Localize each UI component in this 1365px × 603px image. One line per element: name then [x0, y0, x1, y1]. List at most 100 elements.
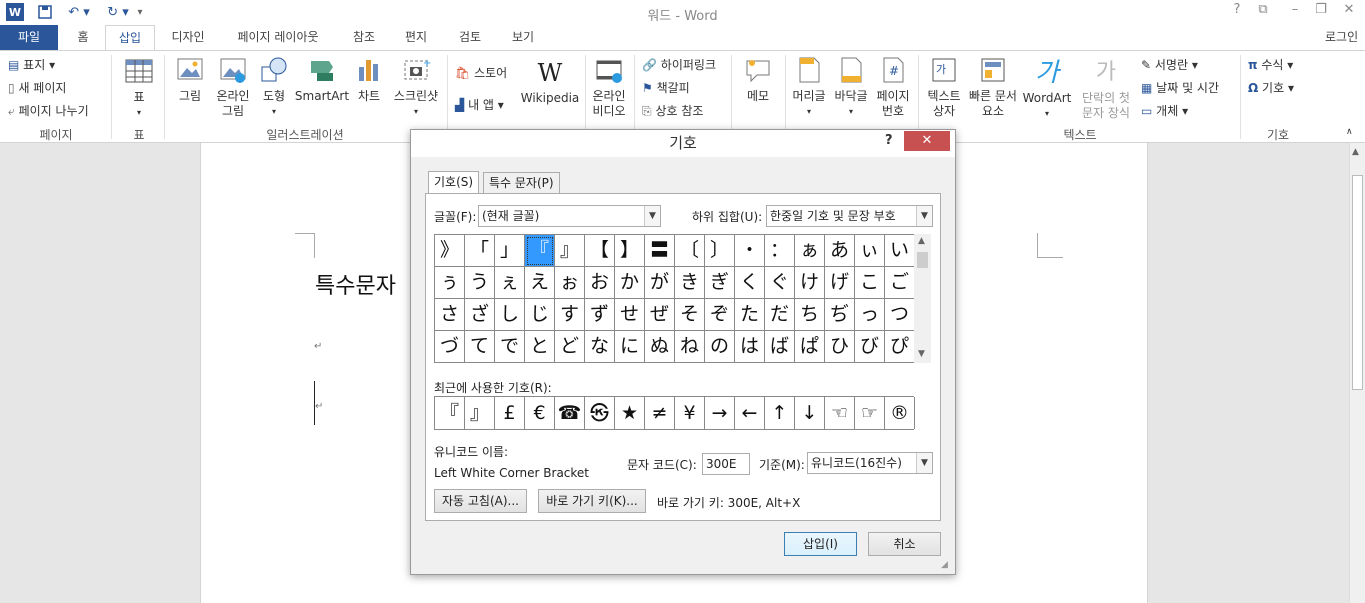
object-button[interactable]: ▭ 개체 ▾ — [1141, 102, 1188, 119]
login-link[interactable]: 로그인 — [1325, 25, 1365, 49]
page-number-button[interactable]: # 페이지 번호 — [872, 55, 914, 119]
wordart-button[interactable]: 가 WordArt ▾ — [1020, 55, 1074, 121]
symbol-cell[interactable]: づ — [435, 331, 465, 363]
recent-symbol-cell[interactable]: ® — [885, 397, 915, 429]
symbol-cell[interactable]: と — [525, 331, 555, 363]
resize-grip-icon[interactable]: ◢ — [941, 560, 948, 570]
symbol-cell[interactable]: 】 — [615, 235, 645, 267]
symbol-cell[interactable]: ぇ — [495, 267, 525, 299]
symbol-cell[interactable]: ぁ — [795, 235, 825, 267]
autocorrect-button[interactable]: 자동 고침(A)... — [434, 489, 527, 513]
comment-button[interactable]: 메모 — [738, 55, 778, 104]
date-time-button[interactable]: ▦ 날짜 및 시간 — [1141, 79, 1219, 96]
shortcut-key-button[interactable]: 바로 가기 키(K)... — [538, 489, 646, 513]
recent-symbol-cell[interactable]: ← — [735, 397, 765, 429]
symbol-cell[interactable]: ば — [765, 331, 795, 363]
close-window-icon[interactable]: ✕ — [1338, 2, 1360, 22]
font-select[interactable]: (현재 글꼴) ▼ — [478, 205, 661, 227]
scroll-up-icon[interactable]: ▲ — [1352, 147, 1359, 157]
recent-symbol-cell[interactable]: 』 — [465, 397, 495, 429]
symbol-cell[interactable]: ・ — [735, 235, 765, 267]
symbol-cell[interactable]: た — [735, 299, 765, 331]
symbol-cell[interactable]: 』 — [555, 235, 585, 267]
page-break-button[interactable]: ⤶ 페이지 나누기 — [8, 102, 89, 119]
cancel-button[interactable]: 취소 — [868, 532, 941, 556]
symbol-cell[interactable]: か — [615, 267, 645, 299]
symbol-cell[interactable]: び — [855, 331, 885, 363]
symbol-cell[interactable]: ぎ — [705, 267, 735, 299]
symbol-cell[interactable]: ね — [675, 331, 705, 363]
tab-home[interactable]: 홈 — [66, 25, 100, 50]
symbol-cell[interactable]: ぞ — [705, 299, 735, 331]
minimize-icon[interactable]: – — [1284, 2, 1306, 22]
store-button[interactable]: 🛍 스토어 — [455, 64, 507, 81]
tab-view[interactable]: 보기 — [500, 25, 546, 50]
equation-button[interactable]: π 수식 ▾ — [1248, 56, 1293, 73]
scroll-down-icon[interactable]: ▼ — [918, 349, 925, 359]
symbol-cell[interactable]: っ — [855, 299, 885, 331]
symbol-cell[interactable]: 〔 — [675, 235, 705, 267]
subset-select[interactable]: 한중일 기호 및 문장 부호 ▼ — [766, 205, 933, 227]
drop-cap-button[interactable]: 가 단락의 첫 문자 장식 — [1076, 55, 1136, 121]
header-button[interactable]: 머리글 ▾ — [788, 55, 830, 119]
symbol-cell[interactable]: 『 — [525, 235, 555, 267]
cover-page-button[interactable]: ▤ 표지 ▾ — [8, 56, 55, 73]
scroll-thumb[interactable] — [1352, 175, 1363, 390]
recent-symbol-cell[interactable]: ★ — [615, 397, 645, 429]
table-button[interactable]: 표 ▾ — [118, 55, 160, 123]
symbol-cell[interactable]: ひ — [825, 331, 855, 363]
recent-symbol-cell[interactable]: ↓ — [795, 397, 825, 429]
chart-button[interactable]: 차트 — [352, 55, 386, 104]
recent-symbol-cell[interactable]: ↑ — [765, 397, 795, 429]
symbol-cell[interactable]: じ — [525, 299, 555, 331]
tab-page-layout[interactable]: 페이지 레이아웃 — [222, 25, 334, 50]
from-select[interactable]: 유니코드(16진수) ▼ — [807, 452, 933, 474]
symbol-grid-scrollbar[interactable]: ▲ ▼ — [914, 234, 931, 363]
recent-symbol-cell[interactable]: ¥ — [675, 397, 705, 429]
recent-symbol-cell[interactable]: ☜ — [825, 397, 855, 429]
symbol-cell[interactable]: ず — [585, 299, 615, 331]
tab-review[interactable]: 검토 — [446, 25, 494, 50]
symbol-cell[interactable]: 「 — [465, 235, 495, 267]
recent-symbol-cell[interactable]: 『 — [435, 397, 465, 429]
symbol-cell[interactable]: ぃ — [855, 235, 885, 267]
cross-reference-button[interactable]: ⎘ 상호 참조 — [642, 102, 703, 119]
ribbon-display-icon[interactable]: ⧉ — [1252, 2, 1274, 22]
symbol-cell[interactable]: ぉ — [555, 267, 585, 299]
symbol-cell[interactable]: 」 — [495, 235, 525, 267]
symbol-cell[interactable]: ： — [765, 235, 795, 267]
picture-button[interactable]: 그림 — [172, 55, 208, 104]
symbol-cell[interactable]: き — [675, 267, 705, 299]
tab-design[interactable]: 디자인 — [162, 25, 214, 50]
symbol-cell[interactable]: ど — [555, 331, 585, 363]
dialog-help-button[interactable]: ? — [885, 133, 893, 148]
tab-references[interactable]: 참조 — [342, 25, 386, 50]
symbol-cell[interactable]: で — [495, 331, 525, 363]
dialog-close-button[interactable]: ✕ — [904, 131, 950, 151]
tab-symbols[interactable]: 기호(S) — [428, 171, 480, 195]
hyperlink-button[interactable]: 🔗 하이퍼링크 — [642, 56, 716, 73]
symbol-cell[interactable]: お — [585, 267, 615, 299]
symbol-cell[interactable]: の — [705, 331, 735, 363]
symbol-cell[interactable]: げ — [825, 267, 855, 299]
wikipedia-button[interactable]: W Wikipedia — [520, 55, 580, 106]
tab-insert[interactable]: 삽입 — [105, 25, 155, 51]
blank-page-button[interactable]: ▯ 새 페이지 — [8, 79, 66, 96]
symbol-cell[interactable]: ち — [795, 299, 825, 331]
symbol-cell[interactable]: て — [465, 331, 495, 363]
character-code-input[interactable]: 300E — [702, 453, 750, 475]
recent-symbol-cell[interactable]: £ — [495, 397, 525, 429]
symbol-cell[interactable]: は — [735, 331, 765, 363]
scroll-thumb[interactable] — [917, 252, 928, 268]
symbol-cell[interactable]: ぴ — [885, 331, 915, 363]
symbol-cell[interactable]: ぬ — [645, 331, 675, 363]
symbol-cell[interactable]: ぱ — [795, 331, 825, 363]
my-apps-button[interactable]: ▟ 내 앱 ▾ — [455, 96, 504, 113]
vertical-scrollbar[interactable]: ▲ — [1349, 143, 1365, 603]
tab-file[interactable]: 파일 — [0, 25, 58, 50]
recent-symbol-cell[interactable]: € — [525, 397, 555, 429]
restore-icon[interactable]: ❐ — [1310, 2, 1332, 22]
help-icon[interactable]: ? — [1226, 2, 1248, 22]
symbol-cell[interactable]: な — [585, 331, 615, 363]
symbol-button[interactable]: Ω 기호 ▾ — [1248, 79, 1294, 96]
